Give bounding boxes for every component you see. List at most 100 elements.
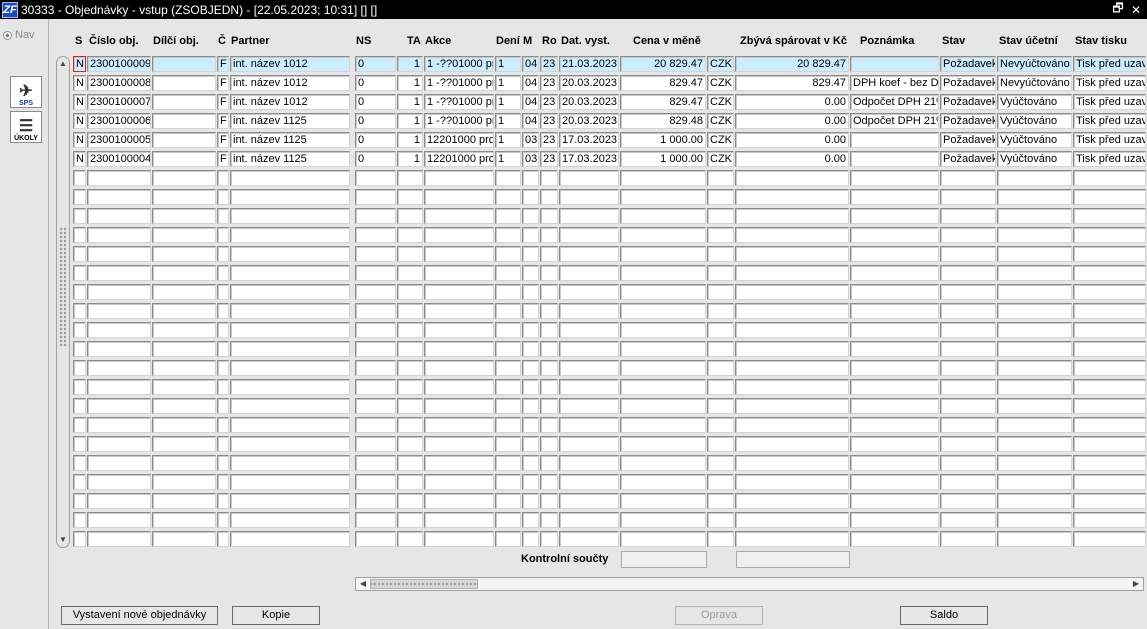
empty-cell-stav[interactable] bbox=[940, 417, 996, 433]
empty-cell-stav[interactable] bbox=[940, 246, 996, 262]
empty-cell-tisk[interactable] bbox=[1073, 493, 1146, 509]
nav-radio[interactable]: Nav bbox=[3, 29, 35, 41]
cell-zbyva[interactable]: 829.47 bbox=[735, 75, 849, 91]
cell-cena[interactable]: 829.48 bbox=[620, 113, 706, 129]
empty-cell-mena[interactable] bbox=[707, 417, 734, 433]
empty-cell-partner[interactable] bbox=[230, 227, 350, 243]
empty-cell-ta[interactable] bbox=[397, 474, 423, 490]
empty-cell-ro[interactable] bbox=[540, 208, 558, 224]
cell-dilci[interactable] bbox=[152, 56, 216, 72]
empty-cell-ro[interactable] bbox=[540, 227, 558, 243]
empty-cell-cena[interactable] bbox=[620, 474, 706, 490]
empty-cell-pozn[interactable] bbox=[850, 398, 939, 414]
empty-cell-m[interactable] bbox=[522, 436, 539, 452]
empty-cell-ro[interactable] bbox=[540, 170, 558, 186]
empty-cell-stav[interactable] bbox=[940, 208, 996, 224]
cell-ucetni[interactable]: Nevyúčtováno bbox=[997, 56, 1072, 72]
cell-ro[interactable]: 23 bbox=[540, 94, 558, 110]
cell-cena[interactable]: 1 000.00 bbox=[620, 132, 706, 148]
empty-cell-m[interactable] bbox=[522, 360, 539, 376]
cell-mena[interactable]: CZK bbox=[707, 151, 734, 167]
empty-cell-tisk[interactable] bbox=[1073, 531, 1146, 547]
empty-cell-akce[interactable] bbox=[424, 189, 494, 205]
cell-c[interactable]: F bbox=[217, 132, 229, 148]
empty-cell-cena[interactable] bbox=[620, 417, 706, 433]
empty-cell-ro[interactable] bbox=[540, 531, 558, 547]
cell-dat[interactable]: 21.03.2023 bbox=[559, 56, 619, 72]
empty-cell-zbyva[interactable] bbox=[735, 436, 849, 452]
empty-cell-dilci[interactable] bbox=[152, 474, 216, 490]
empty-cell-cena[interactable] bbox=[620, 170, 706, 186]
empty-cell-ns[interactable] bbox=[355, 455, 396, 471]
cell-tisk[interactable]: Tisk před uzav bbox=[1073, 132, 1146, 148]
empty-cell-akce[interactable] bbox=[424, 322, 494, 338]
cell-dilci[interactable] bbox=[152, 132, 216, 148]
empty-cell-dat[interactable] bbox=[559, 246, 619, 262]
empty-cell-dilci[interactable] bbox=[152, 398, 216, 414]
cell-tisk[interactable]: Tisk před uzav bbox=[1073, 56, 1146, 72]
cell-partner[interactable]: int. název 1012 bbox=[230, 56, 350, 72]
empty-cell-mena[interactable] bbox=[707, 379, 734, 395]
empty-cell-pozn[interactable] bbox=[850, 493, 939, 509]
empty-cell-tisk[interactable] bbox=[1073, 284, 1146, 300]
empty-cell-partner[interactable] bbox=[230, 303, 350, 319]
horizontal-scrollbar[interactable]: ◀ ▶ bbox=[355, 577, 1144, 591]
empty-cell-ucetni[interactable] bbox=[997, 360, 1072, 376]
empty-cell-ta[interactable] bbox=[397, 284, 423, 300]
empty-cell-mena[interactable] bbox=[707, 246, 734, 262]
cell-tisk[interactable]: Tisk před uzav bbox=[1073, 75, 1146, 91]
empty-cell-s[interactable] bbox=[73, 284, 86, 300]
cell-m[interactable]: 04 bbox=[522, 75, 539, 91]
empty-cell-cislo[interactable] bbox=[87, 246, 151, 262]
cell-stav[interactable]: Požadavek bbox=[940, 113, 996, 129]
empty-cell-pozn[interactable] bbox=[850, 303, 939, 319]
empty-cell-zbyva[interactable] bbox=[735, 398, 849, 414]
cell-den[interactable]: 1 bbox=[495, 113, 521, 129]
empty-cell-akce[interactable] bbox=[424, 227, 494, 243]
empty-cell-ta[interactable] bbox=[397, 379, 423, 395]
empty-cell-tisk[interactable] bbox=[1073, 208, 1146, 224]
cell-dilci[interactable] bbox=[152, 151, 216, 167]
cell-dilci[interactable] bbox=[152, 113, 216, 129]
empty-cell-c[interactable] bbox=[217, 208, 229, 224]
empty-cell-dilci[interactable] bbox=[152, 322, 216, 338]
empty-cell-mena[interactable] bbox=[707, 227, 734, 243]
cell-stav[interactable]: Požadavek bbox=[940, 75, 996, 91]
cell-pozn[interactable]: Odpočet DPH 21% bbox=[850, 113, 939, 129]
empty-cell-den[interactable] bbox=[495, 170, 521, 186]
cell-dat[interactable]: 20.03.2023 bbox=[559, 75, 619, 91]
empty-cell-den[interactable] bbox=[495, 303, 521, 319]
empty-cell-ns[interactable] bbox=[355, 265, 396, 281]
empty-cell-dat[interactable] bbox=[559, 474, 619, 490]
empty-cell-cena[interactable] bbox=[620, 208, 706, 224]
cell-c[interactable]: F bbox=[217, 56, 229, 72]
vertical-scrollbar[interactable]: ▲ ▼ bbox=[56, 56, 70, 548]
empty-cell-s[interactable] bbox=[73, 531, 86, 547]
empty-cell-s[interactable] bbox=[73, 227, 86, 243]
empty-cell-partner[interactable] bbox=[230, 265, 350, 281]
cell-ro[interactable]: 23 bbox=[540, 56, 558, 72]
empty-cell-mena[interactable] bbox=[707, 531, 734, 547]
empty-cell-partner[interactable] bbox=[230, 398, 350, 414]
cell-cislo[interactable]: 2300100006 bbox=[87, 113, 151, 129]
empty-cell-den[interactable] bbox=[495, 284, 521, 300]
empty-cell-ns[interactable] bbox=[355, 531, 396, 547]
empty-cell-ucetni[interactable] bbox=[997, 322, 1072, 338]
empty-cell-den[interactable] bbox=[495, 379, 521, 395]
empty-cell-akce[interactable] bbox=[424, 436, 494, 452]
empty-cell-dat[interactable] bbox=[559, 417, 619, 433]
empty-cell-stav[interactable] bbox=[940, 265, 996, 281]
empty-cell-akce[interactable] bbox=[424, 398, 494, 414]
empty-cell-pozn[interactable] bbox=[850, 341, 939, 357]
empty-cell-pozn[interactable] bbox=[850, 512, 939, 528]
empty-cell-stav[interactable] bbox=[940, 227, 996, 243]
cell-m[interactable]: 03 bbox=[522, 151, 539, 167]
empty-cell-den[interactable] bbox=[495, 189, 521, 205]
empty-cell-ns[interactable] bbox=[355, 322, 396, 338]
empty-cell-pozn[interactable] bbox=[850, 455, 939, 471]
empty-cell-s[interactable] bbox=[73, 455, 86, 471]
empty-cell-ta[interactable] bbox=[397, 531, 423, 547]
cell-ucetni[interactable]: Vyúčtováno bbox=[997, 113, 1072, 129]
empty-cell-m[interactable] bbox=[522, 322, 539, 338]
empty-cell-ucetni[interactable] bbox=[997, 265, 1072, 281]
